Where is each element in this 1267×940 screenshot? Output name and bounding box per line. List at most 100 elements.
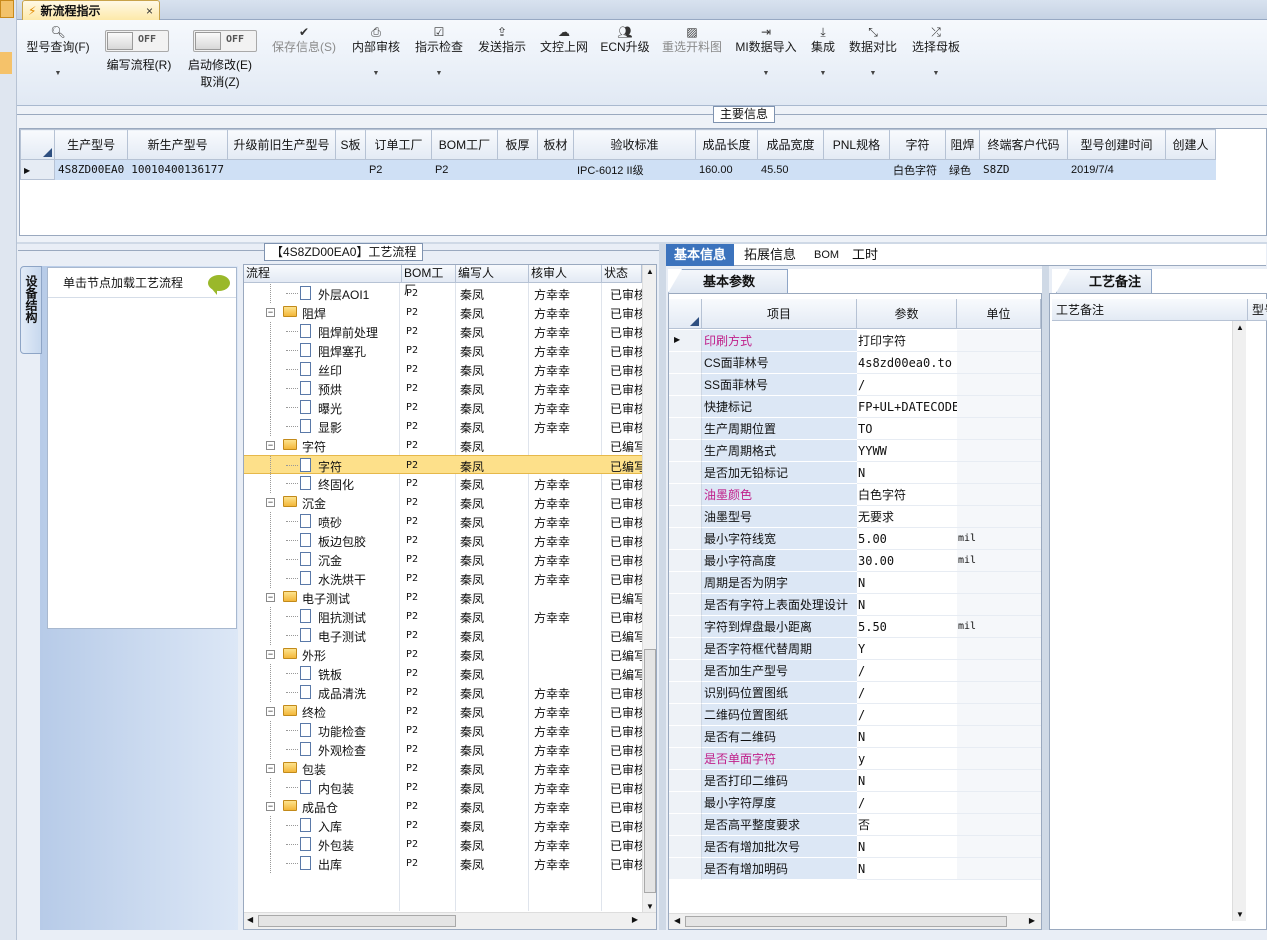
- param-value[interactable]: /: [857, 660, 957, 682]
- flow-node[interactable]: 预烘 P2 秦凤 方幸幸 已审核: [244, 379, 642, 398]
- flow-node[interactable]: 阻焊塞孔 P2 秦凤 方幸幸 已审核: [244, 341, 642, 360]
- flow-node[interactable]: 成品清洗 P2 秦凤 方幸幸 已审核: [244, 683, 642, 702]
- col-status[interactable]: 状态: [602, 265, 642, 283]
- collapse-icon[interactable]: −: [266, 593, 275, 602]
- col-process-notes[interactable]: 工艺备注: [1052, 299, 1248, 321]
- main-info-cell[interactable]: S8ZD: [979, 159, 1068, 180]
- collapsed-panel-marker[interactable]: [0, 52, 12, 74]
- col-writer[interactable]: 编写人: [456, 265, 529, 283]
- param-value[interactable]: 5.50: [857, 616, 957, 638]
- close-icon[interactable]: ×: [146, 4, 153, 18]
- param-row[interactable]: 最小字符线宽 5.00 mil: [669, 528, 1041, 550]
- col-11[interactable]: PNL规格: [822, 129, 890, 160]
- row-indicator[interactable]: [669, 484, 702, 506]
- param-row[interactable]: 是否有增加批次号 N: [669, 836, 1041, 858]
- flow-node[interactable]: 水洗烘干 P2 秦凤 方幸幸 已审核: [244, 569, 642, 588]
- row-indicator[interactable]: [669, 440, 702, 462]
- param-row[interactable]: 生产周期格式 YYWW: [669, 440, 1041, 462]
- param-value[interactable]: /: [857, 704, 957, 726]
- col-14[interactable]: 终端客户代码: [978, 129, 1068, 160]
- param-row[interactable]: 最小字符高度 30.00 mil: [669, 550, 1041, 572]
- col-13[interactable]: 阻焊: [944, 129, 980, 160]
- flow-node[interactable]: 入库 P2 秦凤 方幸幸 已审核: [244, 816, 642, 835]
- param-value[interactable]: y: [857, 748, 957, 770]
- param-row[interactable]: 识别码位置图纸 /: [669, 682, 1041, 704]
- tab-basic-params[interactable]: 基本参数: [668, 269, 788, 293]
- param-row[interactable]: 是否字符框代替周期 Y: [669, 638, 1041, 660]
- col-5[interactable]: BOM工厂: [430, 129, 498, 160]
- col-9[interactable]: 成品长度: [694, 129, 758, 160]
- flow-node[interactable]: 外层AOI1 P2 秦凤 方幸幸 已审核: [244, 284, 642, 303]
- row-indicator[interactable]: [669, 374, 702, 396]
- row-indicator[interactable]: [669, 836, 702, 858]
- row-indicator[interactable]: [669, 550, 702, 572]
- tab-work-hours[interactable]: 工时: [844, 244, 886, 266]
- main-info-cell[interactable]: 45.50: [757, 159, 824, 180]
- main-info-cell[interactable]: [497, 159, 538, 180]
- row-indicator[interactable]: [669, 506, 702, 528]
- flow-node[interactable]: 沉金 P2 秦凤 方幸幸 已审核: [244, 550, 642, 569]
- tab-basic-info[interactable]: 基本信息: [666, 244, 735, 266]
- param-row[interactable]: 最小字符厚度 /: [669, 792, 1041, 814]
- main-info-cell[interactable]: 白色字符: [889, 159, 946, 180]
- flow-node[interactable]: 外观检查 P2 秦凤 方幸幸 已审核: [244, 740, 642, 759]
- main-info-cell[interactable]: P2: [365, 159, 432, 180]
- cancel-button[interactable]: 取消(Z): [189, 74, 251, 90]
- row-indicator[interactable]: [669, 704, 702, 726]
- speech-bubble-icon[interactable]: [208, 274, 230, 295]
- col-1[interactable]: 新生产型号: [127, 129, 228, 160]
- collapse-icon[interactable]: −: [266, 707, 275, 716]
- flow-node[interactable]: 字符 P2 秦凤 已编写: [244, 455, 642, 475]
- row-indicator[interactable]: [669, 572, 702, 594]
- param-row[interactable]: 二维码位置图纸 /: [669, 704, 1041, 726]
- collapse-icon[interactable]: −: [266, 498, 275, 507]
- param-value[interactable]: /: [857, 792, 957, 814]
- main-info-cell[interactable]: IPC-6012 II级: [573, 159, 696, 180]
- write-flow-toggle[interactable]: OFF: [105, 30, 169, 52]
- flow-horizontal-scrollbar[interactable]: ◀ ▶: [244, 912, 656, 929]
- row-indicator[interactable]: [669, 352, 702, 374]
- param-row[interactable]: 快捷标记 FP+UL+DATECODE: [669, 396, 1041, 418]
- row-indicator[interactable]: [669, 594, 702, 616]
- row-indicator[interactable]: [669, 814, 702, 836]
- flow-node[interactable]: − 外形 P2 秦凤 已编写: [244, 645, 642, 664]
- params-horizontal-scrollbar[interactable]: ◀ ▶: [669, 913, 1041, 929]
- flow-node[interactable]: 出库 P2 秦凤 方幸幸 已审核: [244, 854, 642, 873]
- param-value[interactable]: /: [857, 682, 957, 704]
- col-16[interactable]: 创建人: [1164, 129, 1216, 160]
- col-15[interactable]: 型号创建时间: [1066, 129, 1166, 160]
- notes-vertical-scrollbar[interactable]: ▲ ▼: [1232, 321, 1246, 921]
- flow-node[interactable]: 功能检查 P2 秦凤 方幸幸 已审核: [244, 721, 642, 740]
- param-row[interactable]: 字符到焊盘最小距离 5.50 mil: [669, 616, 1041, 638]
- param-value[interactable]: 白色字符: [857, 484, 957, 506]
- param-value[interactable]: N: [857, 594, 957, 616]
- param-value[interactable]: YYWW: [857, 440, 957, 462]
- main-info-cell[interactable]: [1165, 159, 1216, 180]
- tab-bom[interactable]: BOM: [806, 244, 847, 266]
- main-info-cell[interactable]: 2019/7/4: [1067, 159, 1166, 180]
- flow-node[interactable]: − 沉金 P2 秦凤 方幸幸 已审核: [244, 493, 642, 512]
- flow-node[interactable]: − 阻焊 P2 秦凤 方幸幸 已审核: [244, 303, 642, 322]
- param-row[interactable]: SS面菲林号 /: [669, 374, 1041, 396]
- flow-node[interactable]: − 终检 P2 秦凤 方幸幸 已审核: [244, 702, 642, 721]
- param-value[interactable]: N: [857, 462, 957, 484]
- col-8[interactable]: 验收标准: [572, 129, 696, 160]
- col-6[interactable]: 板厚: [496, 129, 538, 160]
- mi-import-button[interactable]: ⇥ MI数据导入 ▼: [733, 24, 799, 81]
- col-flow[interactable]: 流程: [244, 265, 402, 283]
- flow-node[interactable]: 喷砂 P2 秦凤 方幸幸 已审核: [244, 512, 642, 531]
- row-indicator[interactable]: [669, 396, 702, 418]
- row-indicator[interactable]: [669, 638, 702, 660]
- flow-node[interactable]: 终固化 P2 秦凤 方幸幸 已审核: [244, 474, 642, 493]
- param-row[interactable]: 油墨颜色 白色字符: [669, 484, 1041, 506]
- row-indicator[interactable]: [669, 462, 702, 484]
- main-info-cell[interactable]: 10010400136177: [127, 159, 228, 180]
- row-indicator[interactable]: [669, 616, 702, 638]
- param-row[interactable]: 油墨型号 无要求: [669, 506, 1041, 528]
- query-button[interactable]: 🔍︎ 型号查询(F) ▼: [23, 24, 93, 81]
- send-instruction-button[interactable]: ⇪ 发送指示: [476, 24, 528, 55]
- main-info-cell[interactable]: 4S8ZD00EA0: [54, 159, 129, 180]
- col-3[interactable]: S板: [334, 129, 366, 160]
- param-row[interactable]: 是否加无铅标记 N: [669, 462, 1041, 484]
- right-splitter[interactable]: [1042, 266, 1049, 930]
